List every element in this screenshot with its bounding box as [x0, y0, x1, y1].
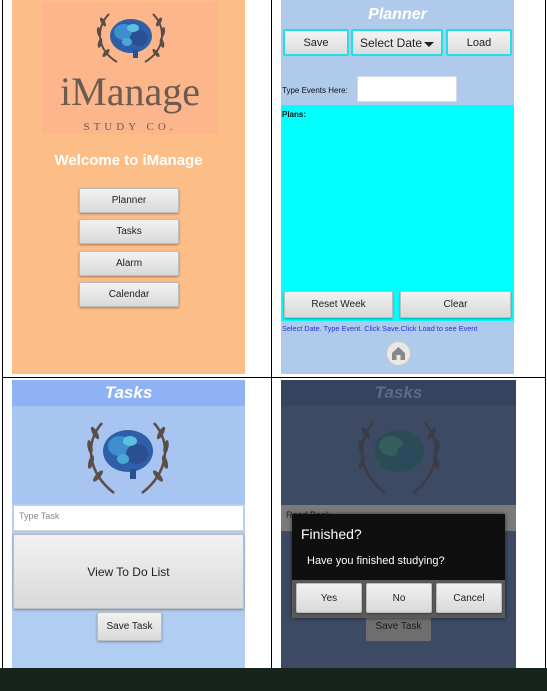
home-button[interactable]: [386, 341, 411, 366]
grid-line-right: [545, 0, 546, 668]
dialog-title: Finished?: [301, 526, 362, 542]
planner-title: Planner: [368, 6, 427, 23]
planner-button[interactable]: Planner: [79, 188, 179, 213]
save-task-button[interactable]: Save Task: [97, 612, 162, 641]
tasks-dialog-screen: Tasks Read Book Save Task Finished? Have…: [281, 380, 516, 668]
dialog-cancel-button[interactable]: Cancel: [436, 583, 502, 613]
date-select-dropdown[interactable]: Select Date: [351, 29, 443, 56]
reset-week-button[interactable]: Reset Week: [284, 291, 393, 318]
plans-area: Plans:: [281, 105, 514, 321]
calendar-button[interactable]: Calendar: [79, 282, 179, 307]
dimmed-tasks-title: Tasks: [374, 383, 423, 402]
tasks-button[interactable]: Tasks: [79, 219, 179, 244]
planner-load-button[interactable]: Load: [446, 29, 512, 56]
clear-button[interactable]: Clear: [400, 291, 511, 318]
brain-wreath-logo: [96, 13, 166, 63]
dialog-yes-button[interactable]: Yes: [296, 583, 362, 613]
alarm-button[interactable]: Alarm: [79, 251, 179, 276]
task-input[interactable]: Type Task: [13, 505, 244, 531]
task-input-placeholder: Type Task: [19, 511, 60, 521]
dropdown-arrow-icon: [424, 42, 434, 47]
brain-wreath-logo: [358, 422, 440, 494]
dimmed-save-task-label: Save Task: [375, 621, 422, 632]
tasks-screen: Tasks Type Task View To Do List Save Tas…: [12, 380, 245, 668]
home-icon: [392, 347, 405, 360]
dialog-message: Have you finished studying?: [307, 555, 445, 567]
date-select-value: Select Date: [360, 35, 423, 50]
view-to-do-list-button[interactable]: View To Do List: [13, 534, 244, 609]
logo-subtitle: STUDY CO.: [83, 121, 177, 133]
home-screen: iManage STUDY CO. Welcome to iManage Pla…: [12, 0, 245, 374]
type-events-label: Type Events Here:: [282, 86, 348, 95]
grid-line-middle: [271, 0, 272, 668]
events-input[interactable]: [357, 76, 457, 102]
welcome-heading: Welcome to iManage: [54, 152, 203, 169]
brain-wreath-logo: [87, 422, 169, 494]
planner-hint-text: Select Date. Type Event. Click Save.Clic…: [282, 324, 478, 333]
planner-save-button[interactable]: Save: [283, 29, 349, 56]
bottom-bar: [0, 668, 547, 691]
planner-screen: Planner Save Select Date Load Type Event…: [281, 0, 514, 374]
grid-line-left: [2, 0, 3, 668]
plans-label: Plans:: [282, 110, 307, 119]
dialog-no-button[interactable]: No: [366, 583, 432, 613]
grid-line-center: [2, 377, 546, 378]
tasks-title: Tasks: [104, 383, 153, 402]
logo-title: iManage: [60, 69, 200, 114]
finished-dialog: Finished? Have you finished studying? Ye…: [292, 514, 505, 618]
